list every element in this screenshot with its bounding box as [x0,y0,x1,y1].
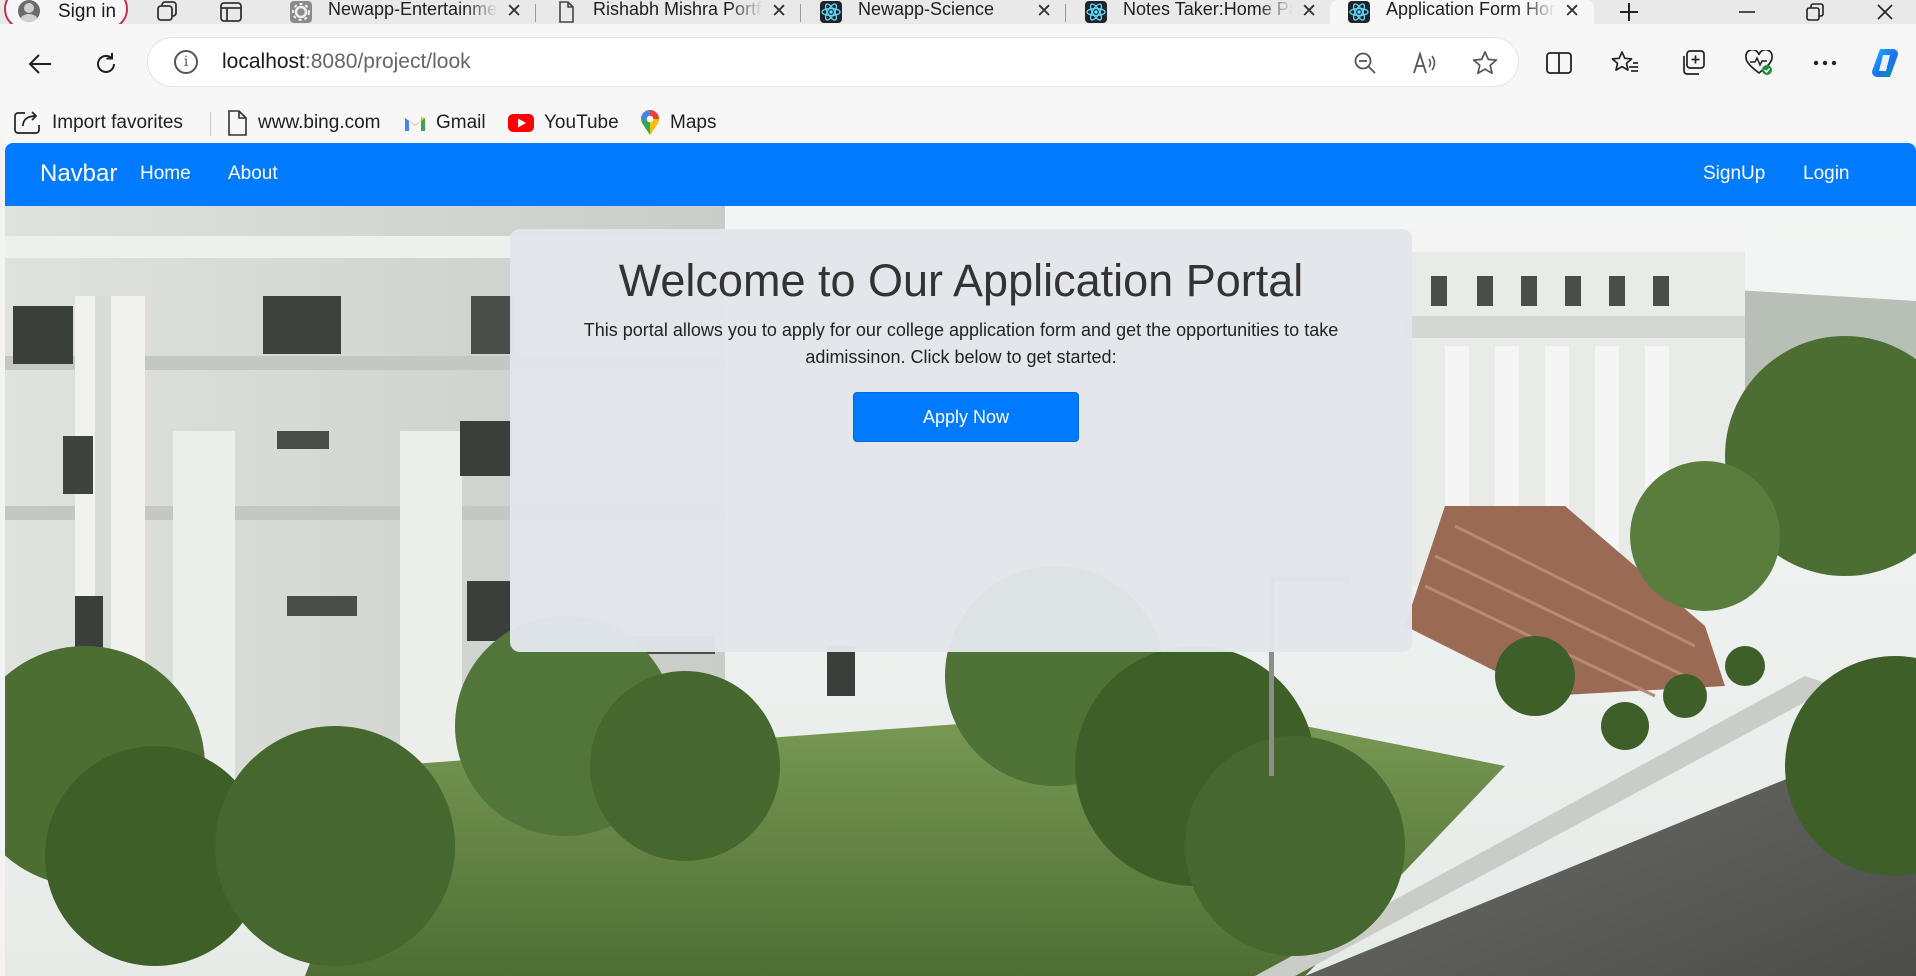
tab-actions-icon[interactable] [218,0,244,24]
nav-link-signup[interactable]: SignUp [1703,163,1765,185]
tab-divider [535,4,536,22]
youtube-icon [508,114,534,132]
hero-title: Welcome to Our Application Portal [618,255,1304,306]
address-url[interactable]: localhost:8080/project/look [222,50,471,74]
browser-essentials-icon[interactable] [1742,46,1776,80]
tab-title: Notes Taker:Home Page [1123,0,1293,19]
maps-pin-icon [641,110,659,135]
favorite-youtube-link[interactable]: YouTube [508,102,619,144]
close-tab-icon[interactable]: ✕ [1564,2,1580,22]
tab-rishabh-portfolio[interactable]: Rishabh Mishra Portfolio ✕ [537,0,801,24]
close-tab-icon[interactable]: ✕ [771,2,787,22]
nav-link-login[interactable]: Login [1803,163,1850,185]
site-navbar: Navbar Home About SignUp Login [5,143,1916,206]
url-host: localhost [222,50,305,73]
browser-tab-strip: Sign in Newapp-Entertainment ✕ Rishabh M… [0,0,1916,30]
import-favorites-icon [14,111,40,134]
profile-avatar-icon [18,0,40,22]
read-aloud-icon[interactable] [1412,50,1438,76]
hero-description: This portal allows you to apply for our … [583,320,1339,367]
welcome-card: Welcome to Our Application Portal This p… [510,229,1412,652]
close-tab-icon[interactable]: ✕ [506,2,522,22]
react-icon [820,1,842,23]
minimize-window-icon[interactable] [1716,0,1778,24]
collections-icon[interactable] [1676,46,1710,80]
browser-toolbar: i localhost:8080/project/look [0,24,1916,102]
document-icon [559,1,574,23]
tab-newapp-entertainment[interactable]: Newapp-Entertainment ✕ [272,0,536,24]
favorites-divider [210,112,211,136]
react-icon [1085,1,1107,23]
react-icon [1348,1,1370,23]
favorites-bar: Import favorites www.bing.com Gmail YouT… [0,102,1916,144]
favorites-list-icon[interactable] [1608,46,1642,80]
hero-section: Welcome to Our Application Portal This p… [5,206,1916,976]
refresh-icon[interactable] [88,46,124,82]
back-arrow-icon[interactable] [22,46,58,82]
tab-notes-taker[interactable]: Notes Taker:Home Page ✕ [1067,0,1331,24]
copilot-icon[interactable] [1868,46,1902,80]
favorite-label: Import favorites [52,112,183,133]
tab-divider [800,4,801,22]
close-window-icon[interactable] [1854,0,1916,24]
favorite-maps-link[interactable]: Maps [640,102,716,144]
favorite-label: Maps [670,112,717,133]
signin-label: Sign in [58,1,117,22]
tab-title: Newapp-Science [858,0,995,19]
gmail-icon [405,117,425,131]
close-tab-icon[interactable]: ✕ [1301,2,1317,22]
split-screen-icon[interactable] [1542,46,1576,80]
tab-title: Application Form Home [1386,0,1556,19]
import-favorites-link[interactable]: Import favorites [14,102,183,144]
tab-title: Rishabh Mishra Portfolio [593,0,763,19]
document-icon [228,110,247,136]
navbar-brand[interactable]: Navbar [40,160,117,188]
favorite-gmail-link[interactable]: Gmail [404,102,486,144]
new-tab-icon[interactable] [1614,0,1644,24]
close-tab-icon[interactable]: ✕ [1036,2,1052,22]
zoom-out-icon[interactable] [1352,50,1378,76]
restore-window-icon[interactable] [1784,0,1846,24]
workspaces-icon[interactable] [154,0,180,24]
tab-divider [1065,4,1066,22]
tab-title: Newapp-Entertainment [328,0,498,19]
tab-newapp-science[interactable]: Newapp-Science ✕ [802,0,1066,24]
favorite-label: www.bing.com [258,112,381,133]
gear-favicon-icon [290,1,312,23]
url-path: :8080/project/look [304,50,471,73]
tab-application-form[interactable]: Application Form Home ✕ [1330,0,1594,24]
site-info-icon[interactable]: i [174,50,198,74]
favorite-star-icon[interactable] [1472,50,1498,76]
apply-now-button[interactable]: Apply Now [853,392,1079,442]
address-bar[interactable]: i localhost:8080/project/look [148,38,1518,86]
page-viewport: Navbar Home About SignUp Login Welcome t… [5,143,1916,976]
favorite-label: YouTube [544,112,619,133]
favorite-bing-link[interactable]: www.bing.com [226,102,381,144]
more-options-icon[interactable] [1808,46,1842,80]
nav-link-about[interactable]: About [228,163,278,185]
favorite-label: Gmail [436,112,486,133]
nav-link-home[interactable]: Home [140,163,191,185]
